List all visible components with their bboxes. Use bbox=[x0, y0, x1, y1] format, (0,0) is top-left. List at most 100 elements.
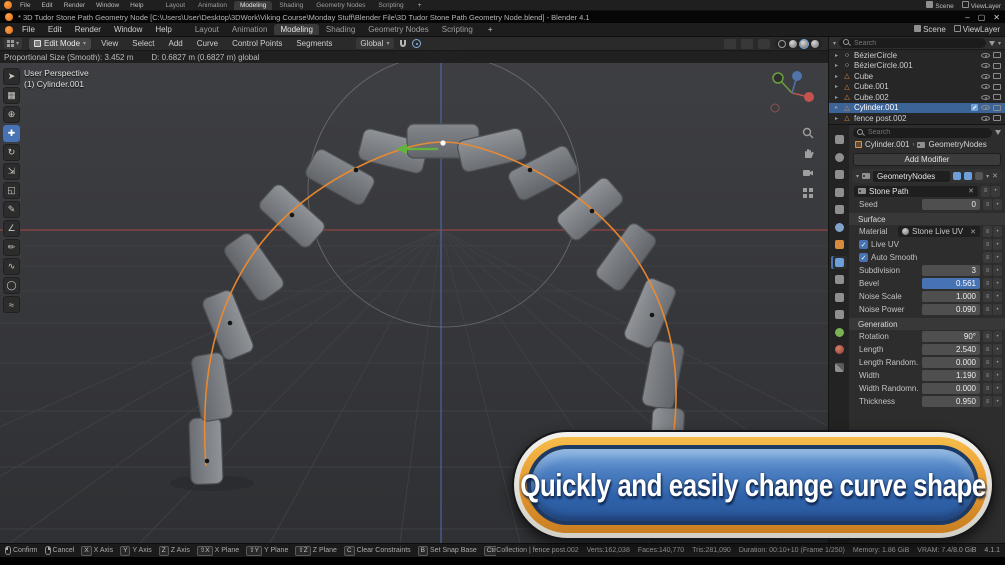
input-attribute-toggle[interactable]: ≡ bbox=[983, 278, 992, 289]
decorate-icon[interactable]: • bbox=[993, 304, 1002, 315]
rotate-tool[interactable]: ↻ bbox=[3, 144, 20, 161]
decorate-icon[interactable]: • bbox=[993, 357, 1002, 368]
input-attribute-toggle[interactable]: ≡ bbox=[983, 357, 992, 368]
visibility-eye-icon[interactable] bbox=[981, 53, 990, 58]
measure-tool[interactable]: ∠ bbox=[3, 220, 20, 237]
decorate-icon[interactable]: • bbox=[993, 396, 1002, 407]
solid-shading-icon[interactable] bbox=[789, 40, 797, 48]
viewport-menu-item[interactable]: View bbox=[98, 39, 121, 48]
viewport-disable-icon[interactable] bbox=[993, 84, 1001, 90]
workspace-tab[interactable]: Layout bbox=[160, 1, 192, 10]
move-tool[interactable]: ✚ bbox=[3, 125, 20, 142]
input-attribute-toggle[interactable]: ≡ bbox=[983, 265, 992, 276]
workspace-tab[interactable]: Geometry Nodes bbox=[310, 1, 371, 10]
add-workspace-button[interactable]: + bbox=[415, 2, 425, 9]
input-attribute-toggle[interactable]: ≡ bbox=[983, 396, 992, 407]
outliner-editor-icon[interactable]: ▾ bbox=[833, 40, 836, 47]
object-data-tab[interactable] bbox=[831, 326, 847, 339]
maximize-button[interactable]: ▢ bbox=[978, 13, 986, 22]
workspace-tab[interactable]: Animation bbox=[192, 1, 233, 10]
outliner-search[interactable] bbox=[839, 38, 986, 48]
decorate-icon[interactable]: • bbox=[993, 331, 1002, 342]
outliner-row[interactable]: ▸ △ Cube bbox=[829, 71, 1005, 82]
viewport-disable-icon[interactable] bbox=[993, 115, 1001, 121]
outliner-row[interactable]: ▸ △ Cube.001 bbox=[829, 82, 1005, 93]
gizmo-dropdown[interactable] bbox=[741, 39, 753, 49]
decorate-icon[interactable]: • bbox=[993, 344, 1002, 355]
input-attribute-toggle[interactable]: ≡ bbox=[983, 239, 992, 250]
texture-tab[interactable] bbox=[831, 361, 847, 374]
section-header[interactable]: Generation bbox=[849, 318, 1005, 330]
minimize-button[interactable]: – bbox=[965, 13, 969, 22]
workspace-tab[interactable]: Scripting bbox=[372, 1, 409, 10]
workspace-tab[interactable]: Geometry Nodes bbox=[362, 24, 434, 35]
properties-search[interactable] bbox=[853, 128, 992, 138]
menu-item[interactable]: Render bbox=[72, 25, 104, 34]
modifier-extras-icon[interactable]: ▾ bbox=[986, 173, 989, 180]
visibility-eye-icon[interactable] bbox=[981, 95, 990, 100]
workspace-tab[interactable]: Modeling bbox=[274, 24, 318, 35]
rendered-shading-icon[interactable] bbox=[811, 40, 819, 48]
viewport-disable-icon[interactable] bbox=[993, 73, 1001, 79]
viewport-menu-item[interactable]: Curve bbox=[194, 39, 221, 48]
modifiers-tab[interactable] bbox=[831, 256, 847, 269]
object-tab[interactable] bbox=[831, 238, 847, 251]
visibility-eye-icon[interactable] bbox=[981, 63, 990, 68]
section-header[interactable]: Surface bbox=[849, 213, 1005, 225]
edit-mode-display-toggle[interactable] bbox=[953, 172, 961, 180]
input-attribute-toggle[interactable]: ≡ bbox=[983, 370, 992, 381]
grid-toggle-icon[interactable] bbox=[802, 187, 814, 199]
value-field[interactable]: 90° bbox=[922, 331, 980, 342]
input-attribute-toggle[interactable]: ≡ bbox=[983, 252, 992, 263]
value-field[interactable]: 0 bbox=[922, 199, 980, 210]
workspace-tab[interactable]: Shading bbox=[320, 24, 361, 35]
disclosure-icon[interactable]: ▸ bbox=[835, 94, 840, 101]
properties-search-input[interactable] bbox=[868, 129, 988, 136]
add-workspace-button[interactable]: + bbox=[485, 25, 496, 34]
draw-tool[interactable]: ✏ bbox=[3, 239, 20, 256]
viewport-menu-item[interactable]: Select bbox=[129, 39, 157, 48]
decorate-icon[interactable]: • bbox=[993, 291, 1002, 302]
tweak-tool[interactable]: ➤ bbox=[3, 68, 20, 85]
annotate-tool[interactable]: ✎ bbox=[3, 201, 20, 218]
camera-view-icon[interactable] bbox=[802, 167, 814, 179]
disclosure-icon[interactable]: ▸ bbox=[835, 104, 840, 111]
viewport-menu-item[interactable]: Add bbox=[166, 39, 186, 48]
add-modifier-button[interactable]: Add Modifier bbox=[853, 153, 1001, 166]
transform-tool[interactable]: ◱ bbox=[3, 182, 20, 199]
object-visibility-dropdown[interactable] bbox=[724, 39, 736, 49]
collapse-icon[interactable]: ▾ bbox=[856, 173, 859, 180]
view-layer-selector[interactable]: ViewLayer bbox=[954, 25, 1000, 34]
filter-icon[interactable] bbox=[995, 130, 1001, 135]
breadcrumb-object[interactable]: Cylinder.001 bbox=[865, 140, 909, 149]
outliner-row[interactable]: ▸ ○ BézierCircle bbox=[829, 50, 1005, 61]
value-field[interactable]: 1.000 bbox=[922, 291, 980, 302]
checkbox-checked[interactable]: ✓ bbox=[859, 253, 868, 262]
value-field[interactable]: 3 bbox=[922, 265, 980, 276]
world-tab[interactable] bbox=[831, 221, 847, 234]
decorate-icon[interactable]: • bbox=[993, 239, 1002, 250]
value-field[interactable]: 0.090 bbox=[922, 304, 980, 315]
realtime-display-toggle[interactable] bbox=[964, 172, 972, 180]
disclosure-icon[interactable]: ▸ bbox=[835, 73, 840, 80]
visibility-eye-icon[interactable] bbox=[981, 84, 990, 89]
randomize-tool[interactable]: ≈ bbox=[3, 296, 20, 313]
viewport-disable-icon[interactable] bbox=[993, 52, 1001, 58]
breadcrumb-modifier[interactable]: GeometryNodes bbox=[928, 140, 986, 149]
close-button[interactable]: ✕ bbox=[993, 13, 1000, 22]
output-tab[interactable] bbox=[831, 168, 847, 181]
select-box-tool[interactable]: ▦ bbox=[3, 87, 20, 104]
zoom-icon[interactable] bbox=[802, 127, 814, 139]
decorate-icon[interactable]: • bbox=[993, 265, 1002, 276]
disclosure-icon[interactable]: ▸ bbox=[835, 62, 840, 69]
unlink-icon[interactable]: ✕ bbox=[968, 187, 974, 195]
menu-item[interactable]: Edit bbox=[45, 25, 65, 34]
tool-tab[interactable] bbox=[831, 133, 847, 146]
input-attribute-toggle[interactable]: ≡ bbox=[983, 291, 992, 302]
proportional-editing-icon[interactable] bbox=[412, 39, 421, 48]
view-layer-selector[interactable]: ViewLayer bbox=[962, 1, 1001, 10]
menu-item[interactable]: File bbox=[17, 2, 33, 9]
decorate-icon[interactable]: • bbox=[993, 252, 1002, 263]
menu-item[interactable]: Help bbox=[152, 25, 174, 34]
snap-magnet-icon[interactable] bbox=[400, 40, 406, 47]
